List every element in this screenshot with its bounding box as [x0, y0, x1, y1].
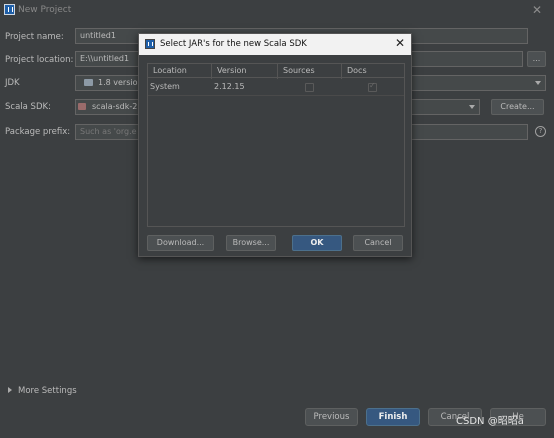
column-header-docs[interactable]: Docs [347, 66, 367, 75]
window-close-icon[interactable]: ✕ [532, 3, 542, 17]
table-header: Location Version Sources Docs [148, 64, 404, 78]
select-jars-dialog: Select JAR's for the new Scala SDK ✕ Loc… [138, 33, 412, 257]
table-row[interactable]: System 2.12.15 [148, 79, 404, 96]
watermark: CSDN @昭昭a [456, 416, 524, 427]
dialog-title: Select JAR's for the new Scala SDK [160, 39, 307, 49]
cell-location: System [150, 82, 180, 91]
dropdown-arrow-icon [469, 105, 475, 109]
intellij-app-icon [145, 39, 155, 49]
folder-icon [84, 79, 93, 86]
jdk-value: 1.8 version [98, 78, 143, 87]
more-settings-label: More Settings [18, 386, 77, 396]
docs-checkbox[interactable] [368, 81, 377, 92]
window-titlebar: New Project ✕ [0, 0, 554, 22]
more-settings-toggle[interactable]: More Settings [8, 386, 77, 396]
column-header-version[interactable]: Version [217, 66, 246, 75]
create-sdk-button[interactable]: Create... [491, 99, 544, 115]
window-title: New Project [18, 5, 72, 15]
project-name-label: Project name: [5, 32, 64, 42]
scala-sdk-label: Scala SDK: [5, 102, 51, 112]
project-location-label: Project location: [5, 55, 74, 65]
cell-version: 2.12.15 [214, 82, 245, 91]
dialog-titlebar: Select JAR's for the new Scala SDK ✕ [139, 34, 411, 55]
scala-sdk-value: scala-sdk-2 [92, 102, 138, 111]
dialog-cancel-button[interactable]: Cancel [353, 235, 403, 251]
ok-button[interactable]: OK [292, 235, 342, 251]
sources-checkbox[interactable] [305, 83, 314, 92]
browse-location-button[interactable]: ... [527, 51, 546, 67]
dialog-close-icon[interactable]: ✕ [395, 36, 405, 50]
column-header-sources[interactable]: Sources [283, 66, 315, 75]
download-button[interactable]: Download... [147, 235, 214, 251]
expand-triangle-icon [8, 387, 12, 393]
browse-button[interactable]: Browse... [226, 235, 276, 251]
help-icon[interactable]: ? [535, 126, 546, 137]
previous-button[interactable]: Previous [305, 408, 358, 426]
sdk-library-icon [78, 103, 86, 110]
column-header-location[interactable]: Location [153, 66, 187, 75]
finish-button[interactable]: Finish [366, 408, 420, 426]
jar-table: Location Version Sources Docs System 2.1… [147, 63, 405, 227]
intellij-app-icon [4, 4, 15, 15]
dropdown-arrow-icon [535, 81, 541, 85]
package-prefix-label: Package prefix: [5, 127, 71, 137]
jdk-label: JDK [5, 78, 20, 88]
